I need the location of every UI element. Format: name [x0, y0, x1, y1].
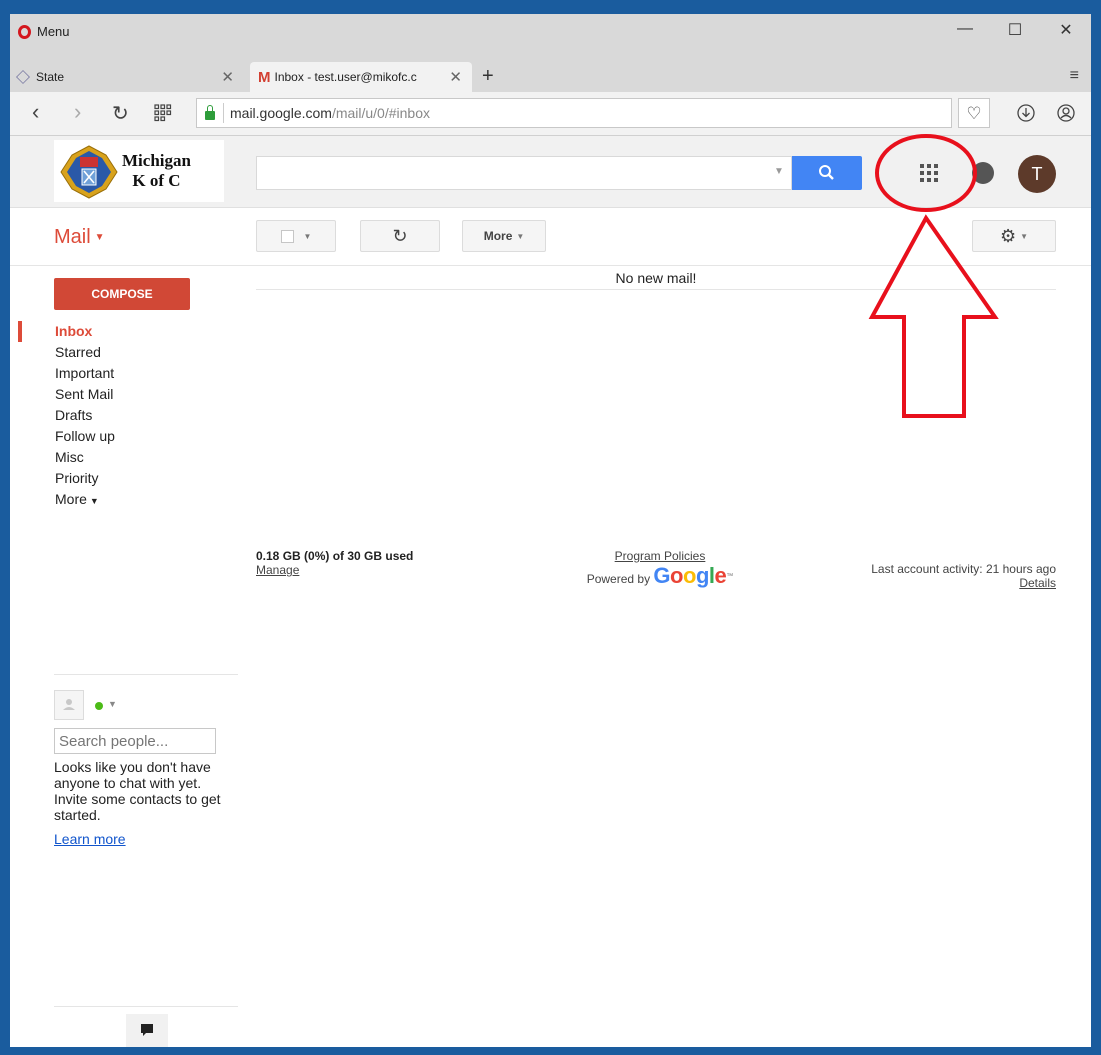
manage-storage-link[interactable]: Manage: [256, 563, 413, 577]
more-actions-button[interactable]: More ▼: [462, 220, 546, 252]
chevron-down-icon[interactable]: ▼: [108, 699, 117, 709]
account-avatar[interactable]: T: [1018, 155, 1056, 193]
minimize-button[interactable]: —: [945, 20, 985, 38]
label-list: Inbox Starred Important Sent Mail Drafts…: [10, 321, 240, 510]
maximize-button[interactable]: ☐: [995, 20, 1035, 40]
google-logo: Google: [653, 563, 727, 588]
url-host: mail.google.com: [230, 105, 332, 121]
mail-search-input[interactable]: [256, 156, 792, 190]
kofc-logo[interactable]: Michigan K of C: [54, 140, 224, 202]
checkbox-icon: [280, 229, 294, 243]
sidebar-item-inbox[interactable]: Inbox: [10, 321, 240, 342]
kofc-emblem-icon: [60, 145, 118, 199]
mail-label: Mail: [54, 226, 91, 248]
download-icon[interactable]: [1010, 98, 1042, 128]
reload-button[interactable]: ↻: [112, 101, 129, 126]
account-icon[interactable]: [1050, 98, 1082, 128]
opera-logo-icon: [18, 24, 31, 39]
tab-inbox[interactable]: M Inbox - test.user@mikofc.c ✕: [250, 62, 472, 92]
bookmark-heart-icon[interactable]: ♡: [958, 98, 990, 128]
sidebar-item-important[interactable]: Important: [10, 363, 240, 384]
compose-button[interactable]: COMPOSE: [54, 278, 190, 310]
trademark-mark: ™: [726, 573, 734, 580]
chevron-down-icon: ▼: [1020, 231, 1029, 241]
close-tab-icon[interactable]: ✕: [221, 68, 234, 86]
search-icon: [819, 165, 834, 180]
speed-dial-icon[interactable]: [154, 102, 172, 128]
back-button[interactable]: ‹: [32, 99, 39, 125]
person-icon: [63, 699, 75, 710]
sidebar-item-more[interactable]: More ▼: [10, 489, 240, 510]
tab-menu-icon[interactable]: ≡: [1070, 67, 1079, 85]
url-separator: [223, 103, 224, 123]
sidebar-item-misc[interactable]: Misc: [10, 447, 240, 468]
url-path: /mail/u/0/#inbox: [331, 105, 430, 121]
logo-text: Michigan K of C: [122, 151, 191, 191]
chevron-down-icon: ▼: [94, 232, 105, 244]
menu-label: Menu: [37, 24, 70, 39]
google-apps-grid-icon[interactable]: [920, 164, 942, 186]
tab-state[interactable]: State ✕: [16, 62, 244, 92]
storage-info: 0.18 GB (0%) of 30 GB used Manage: [256, 549, 413, 577]
account-activity: Last account activity: 21 hours ago Deta…: [871, 562, 1056, 590]
chat-empty-message: Looks like you don't have anyone to chat…: [54, 759, 221, 823]
powered-by-label: Powered by: [586, 572, 651, 586]
program-policies-link[interactable]: Program Policies: [570, 549, 750, 563]
last-activity-text: Last account activity: 21 hours ago: [871, 562, 1056, 576]
chat-bubble-icon: [141, 1024, 153, 1036]
sidebar-item-drafts[interactable]: Drafts: [10, 405, 240, 426]
secure-lock-icon: [205, 104, 215, 120]
chat-avatar[interactable]: [54, 690, 84, 720]
hangouts-button[interactable]: [126, 1014, 168, 1047]
tab-bar: State ✕ M Inbox - test.user@mikofc.c ✕ +…: [10, 62, 1091, 92]
policies-block: Program Policies Powered by Google™: [570, 549, 750, 589]
logo-line-1: Michigan: [122, 151, 191, 170]
search-options-dropdown-icon[interactable]: ▼: [774, 166, 784, 177]
select-all-checkbox-button[interactable]: ▼: [256, 220, 336, 252]
chevron-down-icon: ▼: [303, 231, 312, 241]
more-label: More: [483, 229, 513, 243]
browser-titlebar: Menu — ☐ ✕: [10, 14, 1091, 62]
notifications-icon[interactable]: [972, 162, 994, 184]
browser-window: Menu — ☐ ✕ State ✕ M Inbox - test.user@m…: [10, 14, 1091, 1047]
sidebar-item-follow-up[interactable]: Follow up: [10, 426, 240, 447]
state-favicon-icon: [16, 70, 30, 84]
chevron-down-icon: ▼: [89, 496, 99, 506]
empty-inbox-message: No new mail!: [256, 270, 1056, 290]
refresh-icon: ↻: [392, 225, 408, 246]
new-tab-button[interactable]: +: [482, 65, 494, 88]
activity-details-link[interactable]: Details: [871, 576, 1056, 590]
search-button[interactable]: [792, 156, 862, 190]
gmail-favicon-icon: M: [258, 68, 271, 86]
address-bar: ‹ › ↻ mail.google.com/mail/u/0/#inbox ♡: [10, 92, 1091, 136]
tab-title: State: [36, 70, 65, 84]
mail-toolbar: Mail ▼ ▼ ↻ More ▼ ⚙ ▼: [10, 208, 1091, 266]
url-field[interactable]: mail.google.com/mail/u/0/#inbox: [196, 98, 952, 128]
tab-title: Inbox - test.user@mikofc.c: [274, 70, 417, 84]
chat-divider: [54, 674, 238, 675]
storage-usage: 0.18 GB (0%) of 30 GB used: [256, 549, 414, 563]
gear-icon: ⚙: [999, 225, 1017, 246]
bottom-divider: [54, 1006, 238, 1007]
sidebar-item-priority[interactable]: Priority: [10, 468, 240, 489]
forward-button[interactable]: ›: [74, 99, 81, 125]
refresh-button[interactable]: ↻: [360, 220, 440, 252]
settings-button[interactable]: ⚙ ▼: [972, 220, 1056, 252]
mail-app-switcher[interactable]: Mail ▼: [54, 226, 105, 249]
online-status-icon[interactable]: [95, 702, 103, 710]
more-label: More: [55, 491, 87, 507]
learn-more-link[interactable]: Learn more: [54, 831, 126, 847]
sidebar-item-sent-mail[interactable]: Sent Mail: [10, 384, 240, 405]
browser-menu-button[interactable]: Menu: [18, 24, 70, 39]
search-people-input[interactable]: [54, 728, 216, 754]
logo-line-2: K of C: [132, 171, 181, 190]
close-tab-icon[interactable]: ✕: [449, 68, 462, 86]
close-window-button[interactable]: ✕: [1046, 20, 1086, 40]
sidebar-item-starred[interactable]: Starred: [10, 342, 240, 363]
chevron-down-icon: ▼: [516, 231, 525, 241]
gmail-header: Michigan K of C ▼ T: [10, 136, 1091, 208]
powered-by: Powered by Google™: [570, 563, 750, 589]
